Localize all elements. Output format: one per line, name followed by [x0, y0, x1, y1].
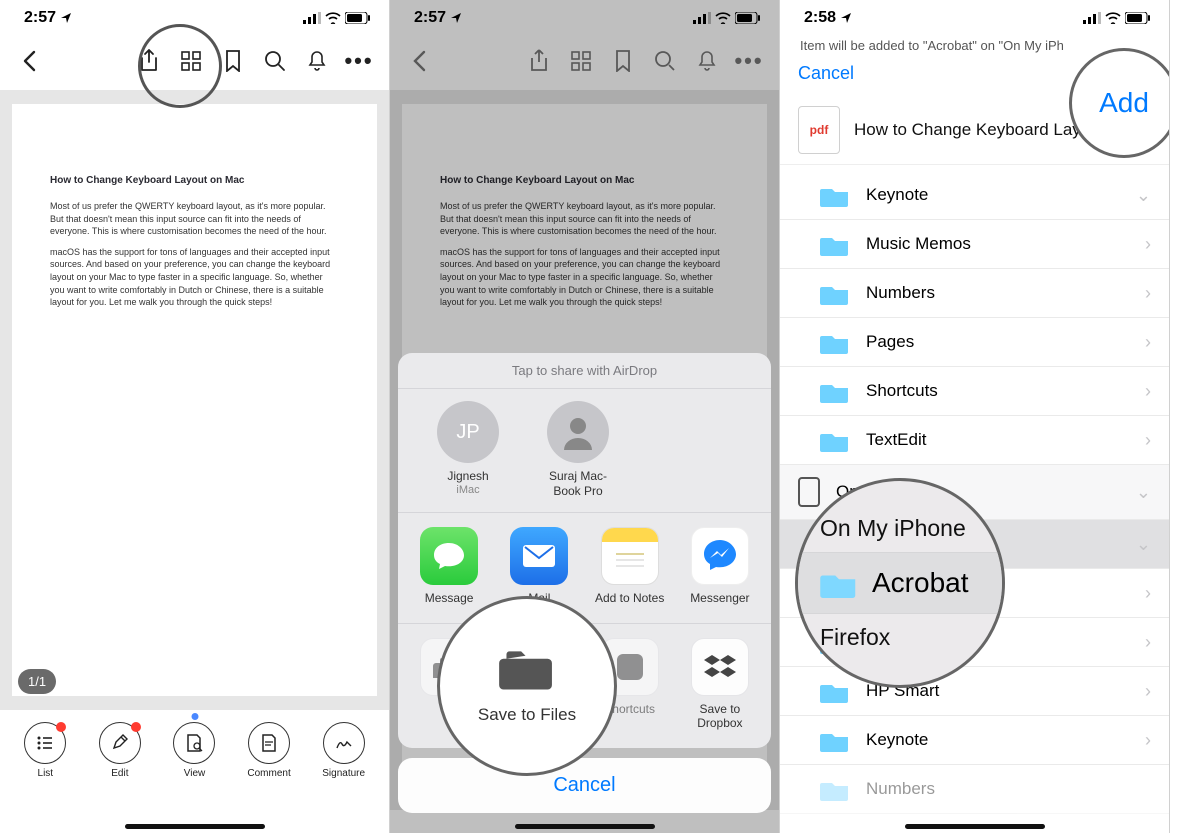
- chevron-right-icon: ›: [1145, 283, 1151, 304]
- message-icon: [420, 527, 478, 585]
- folder-icon: [820, 777, 850, 801]
- folder-hpsmart[interactable]: HP Smart ›: [780, 667, 1169, 716]
- iphone-icon: [798, 477, 820, 507]
- battery-icon: [345, 12, 371, 24]
- folder-textedit[interactable]: TextEdit ›: [780, 416, 1169, 465]
- grid-icon[interactable]: [173, 43, 209, 79]
- share-icon[interactable]: [131, 43, 167, 79]
- mail-icon: [510, 527, 568, 585]
- signal-icon: [303, 12, 321, 24]
- toolbar: List Edit View Comment Signature: [0, 710, 389, 779]
- wifi-icon: [325, 12, 341, 24]
- share-apps-row: Message Mail Add to Notes: [398, 513, 771, 624]
- folder-list[interactable]: Keynote ⌄ Music Memos › Numbers › Pages …: [780, 171, 1169, 814]
- folder-numbers[interactable]: Numbers ›: [780, 269, 1169, 318]
- tool-signature[interactable]: Signature: [312, 722, 376, 779]
- home-indicator[interactable]: [515, 824, 655, 829]
- page-indicator: 1/1: [18, 669, 56, 694]
- folder-keynote[interactable]: Keynote ⌄: [780, 171, 1169, 220]
- chevron-right-icon: ›: [1145, 430, 1151, 451]
- status-bar: 2:57: [0, 0, 389, 32]
- folder-icon: [820, 679, 850, 703]
- status-bar: 2:58: [780, 0, 1169, 32]
- folder-numbers-2[interactable]: Numbers: [780, 765, 1169, 814]
- wifi-icon: [1105, 12, 1121, 24]
- dropbox-icon: [691, 638, 749, 696]
- share-app-message[interactable]: Message: [406, 527, 492, 605]
- screen-share-sheet: 2:57 ••• How to Change Keyboard Layout o…: [390, 0, 780, 833]
- home-indicator[interactable]: [905, 824, 1045, 829]
- sheet-cancel-button[interactable]: Cancel: [398, 758, 771, 813]
- screen-files-picker: 2:58 Item will be added to "Acrobat" on …: [780, 0, 1170, 833]
- folder-pages[interactable]: Pages ›: [780, 318, 1169, 367]
- folder-icon: [820, 568, 858, 598]
- folder-icon: [820, 232, 850, 256]
- pdf-badge-icon: pdf: [798, 106, 840, 154]
- avatar-silhouette-icon: [547, 401, 609, 463]
- airdrop-row: JP Jignesh iMac Suraj Mac-Book Pro: [398, 389, 771, 513]
- share-app-mail[interactable]: Mail: [496, 527, 582, 605]
- chevron-down-icon: ⌄: [1136, 482, 1151, 503]
- folder-icon: [820, 281, 850, 305]
- battery-icon: [1125, 12, 1151, 24]
- bookmark-icon[interactable]: [215, 43, 251, 79]
- tool-view[interactable]: View: [162, 722, 226, 779]
- more-icon[interactable]: •••: [341, 43, 377, 79]
- notes-icon: [601, 527, 659, 585]
- document-page: How to Change Keyboard Layout on Mac Mos…: [12, 104, 377, 696]
- doc-paragraph: macOS has the support for tons of langua…: [50, 246, 339, 309]
- location-icon: [60, 12, 72, 24]
- chevron-right-icon: ›: [1145, 234, 1151, 255]
- location-icon: [840, 12, 852, 24]
- folder-icon: [820, 330, 850, 354]
- folder-icon: [820, 379, 850, 403]
- page-dot: [191, 713, 198, 720]
- share-app-messenger[interactable]: Messenger: [677, 527, 763, 605]
- chevron-right-icon: ›: [1145, 632, 1151, 653]
- doc-paragraph: Most of us prefer the QWERTY keyboard la…: [50, 200, 339, 238]
- signal-icon: [1083, 12, 1101, 24]
- tool-list[interactable]: List: [13, 722, 77, 779]
- clock: 2:57: [24, 9, 56, 27]
- cancel-button[interactable]: Cancel: [798, 63, 854, 84]
- chevron-down-icon: ⌄: [1136, 185, 1151, 206]
- folder-icon: [820, 728, 850, 752]
- search-icon[interactable]: [257, 43, 293, 79]
- tool-comment[interactable]: Comment: [237, 722, 301, 779]
- bell-icon[interactable]: [299, 43, 335, 79]
- airdrop-contact[interactable]: JP Jignesh iMac: [428, 401, 508, 498]
- chevron-right-icon: ›: [1145, 681, 1151, 702]
- airdrop-contact[interactable]: Suraj Mac-Book Pro: [538, 401, 618, 498]
- folder-icon: [499, 647, 555, 691]
- tool-edit[interactable]: Edit: [88, 722, 152, 779]
- folder-keynote-2[interactable]: Keynote ›: [780, 716, 1169, 765]
- chevron-right-icon: ›: [1145, 583, 1151, 604]
- document-viewport[interactable]: How to Change Keyboard Layout on Mac Mos…: [0, 90, 389, 710]
- chevron-down-icon: ⌄: [1136, 534, 1151, 555]
- share-app-notes[interactable]: Add to Notes: [587, 527, 673, 605]
- chevron-right-icon: ›: [1145, 730, 1151, 751]
- callout-acrobat-folder: On My iPhone Acrobat Firefox: [795, 478, 1005, 688]
- callout-add-button: Add: [1069, 48, 1170, 158]
- avatar: JP: [437, 401, 499, 463]
- folder-shortcuts[interactable]: Shortcuts ›: [780, 367, 1169, 416]
- folder-icon: [820, 183, 850, 207]
- clock: 2:58: [804, 9, 836, 27]
- folder-music-memos[interactable]: Music Memos ›: [780, 220, 1169, 269]
- messenger-icon: [691, 527, 749, 585]
- back-button[interactable]: [12, 43, 48, 79]
- sheet-title: Tap to share with AirDrop: [398, 353, 771, 389]
- chevron-right-icon: ›: [1145, 332, 1151, 353]
- callout-save-to-files: Save to Files: [437, 596, 617, 776]
- screen-pdf-viewer: 2:57: [0, 0, 390, 833]
- doc-title: How to Change Keyboard Layout on Mac: [50, 174, 339, 188]
- home-indicator[interactable]: [125, 824, 265, 829]
- action-save-dropbox[interactable]: Save to Dropbox: [677, 638, 763, 730]
- chevron-right-icon: ›: [1145, 381, 1151, 402]
- nav-bar: •••: [0, 32, 389, 90]
- folder-icon: [820, 428, 850, 452]
